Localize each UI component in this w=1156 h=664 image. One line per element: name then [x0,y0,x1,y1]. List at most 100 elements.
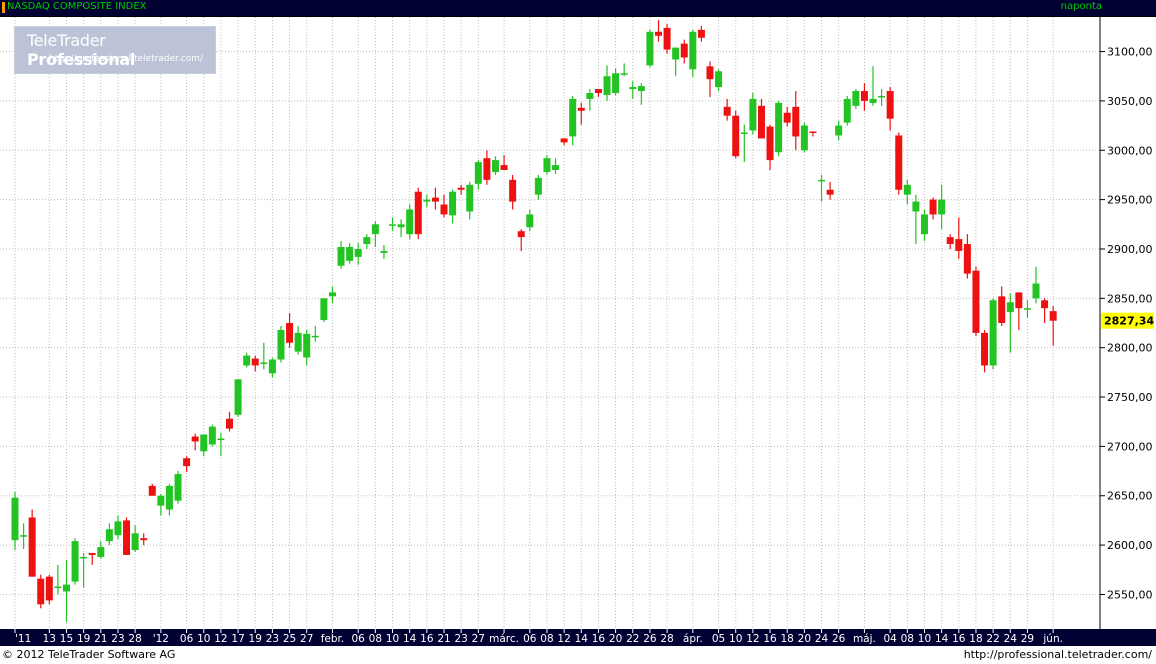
candle [243,352,251,368]
candle [131,525,139,553]
candle-body [826,189,834,195]
candle [560,138,568,146]
candle [226,411,233,432]
candle [37,574,45,609]
x-tick-label: 26 [643,633,657,645]
candle-body [123,520,131,555]
candle-body [208,426,216,445]
candle-body [431,197,439,202]
candle [423,194,431,208]
candle [835,120,843,141]
candle-body [955,239,963,251]
candle [71,538,79,585]
candle-body [406,209,414,235]
candle-body [363,237,371,245]
candle-body [646,31,654,66]
candle-body [174,474,182,501]
candle [466,181,474,220]
candle-body [440,204,448,215]
y-tick-label: 2850,00 [1107,292,1153,305]
candle-body [1006,302,1014,313]
candle-body [277,329,285,360]
copyright-text: © 2012 TeleTrader Software AG [2,648,176,661]
candle-body [474,162,482,184]
candle [268,357,276,378]
candle-body [226,418,233,429]
candles-layer [11,19,1057,623]
candle-body [260,362,268,364]
x-tick-label: 06 [180,633,194,645]
teletrader-logo: TeleTrader Professional http://professio… [14,26,216,74]
candle-body [517,231,525,238]
candle [689,29,697,78]
candle-body [1015,292,1023,309]
candle-body [981,332,989,366]
y-tick-label: 2800,00 [1107,342,1153,355]
candle-body [603,76,611,95]
x-tick-label: 27 [300,633,313,645]
candle-body [594,89,602,94]
candle-body [1023,308,1031,310]
candle-body [11,497,19,541]
chart-header-bar: NASDAQ COMPOSITE INDEX naponta [0,0,1156,17]
candle-body [140,538,148,541]
y-tick-label: 2700,00 [1107,440,1153,453]
candle [320,298,328,323]
candle-body [732,115,740,157]
candle-body [88,552,96,555]
candle [483,150,491,185]
candle-body [912,201,920,212]
candle [878,89,886,106]
candle [1006,293,1014,353]
period-label[interactable]: naponta [1061,1,1102,12]
candle-body [775,102,783,153]
chart-title: NASDAQ COMPOSITE INDEX [7,1,147,12]
candle-body [620,73,628,75]
candle [655,19,662,42]
candle-body [543,158,551,172]
x-tick-label: 24 [1004,633,1018,645]
candle-body [414,191,422,235]
candle [955,217,963,259]
candle-body [45,576,53,601]
candle-body [20,535,28,537]
candle [431,187,439,210]
candle [732,110,740,159]
candle [354,243,362,265]
candle [569,95,577,146]
chart-area[interactable]: 2550,00 2600,00 2650,00 2700,00 2750,00 2800,… [0,17,1156,664]
candle [114,515,122,540]
candle-body [655,31,662,36]
candle-body [449,191,457,216]
x-tick-label: 18 [969,633,982,645]
candle-body [268,359,276,374]
candle-body [328,292,336,297]
footer-url[interactable]: http://professional.teletrader.com/ [964,648,1152,661]
candle [766,124,774,170]
candle-body [62,584,70,592]
candle-body [1049,311,1057,321]
x-tick-label: 17 [231,633,244,645]
candle-body [612,73,620,94]
candle-body [491,160,499,172]
x-tick-label: 14 [575,633,589,645]
y-tick-label: 2900,00 [1107,243,1153,256]
candle-body [757,105,765,139]
candle [509,174,517,210]
candle [989,298,997,370]
candlestick-chart[interactable]: 2550,00 2600,00 2650,00 2700,00 2750,00 2800,… [0,17,1156,647]
candle [286,313,294,348]
candle [251,355,259,372]
x-tick-label: 29 [1021,633,1034,645]
candle-body [869,98,877,103]
x-tick-label: '12 [153,633,169,645]
candle [680,39,688,64]
candle [328,286,336,304]
candle [62,559,70,623]
candle-body [397,224,405,228]
candle [534,174,542,200]
candle-body [946,237,954,245]
candle [105,523,113,546]
candle [938,184,946,230]
candle-body [243,355,251,366]
